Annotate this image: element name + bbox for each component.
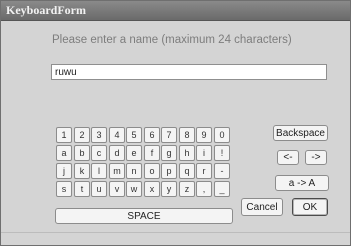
key-0-5[interactable]: 6 (144, 127, 160, 143)
key-1-0[interactable]: a (56, 145, 72, 161)
key-2-3[interactable]: m (109, 163, 125, 179)
key-1-7[interactable]: h (179, 145, 195, 161)
key-0-4[interactable]: 5 (126, 127, 142, 143)
key-1-3[interactable]: d (109, 145, 125, 161)
name-input[interactable] (51, 64, 327, 80)
key-2-1[interactable]: k (74, 163, 90, 179)
key-0-7[interactable]: 8 (179, 127, 195, 143)
window-title: KeyboardForm (6, 3, 86, 17)
key-3-4[interactable]: w (126, 181, 142, 197)
key-1-1[interactable]: b (74, 145, 90, 161)
key-3-6[interactable]: y (161, 181, 177, 197)
key-3-2[interactable]: u (91, 181, 107, 197)
key-2-7[interactable]: q (179, 163, 195, 179)
key-3-7[interactable]: z (179, 181, 195, 197)
key-0-2[interactable]: 3 (91, 127, 107, 143)
key-0-0[interactable]: 1 (56, 127, 72, 143)
title-bar[interactable]: KeyboardForm (1, 1, 350, 21)
key-1-8[interactable]: i (196, 145, 212, 161)
key-0-3[interactable]: 4 (109, 127, 125, 143)
backspace-button[interactable]: Backspace (273, 125, 328, 141)
bottom-divider (1, 232, 350, 233)
cursor-right-button[interactable]: -> (305, 150, 327, 165)
key-0-6[interactable]: 7 (161, 127, 177, 143)
key-0-8[interactable]: 9 (196, 127, 212, 143)
key-3-5[interactable]: x (144, 181, 160, 197)
key-3-8[interactable]: , (196, 181, 212, 197)
key-3-0[interactable]: s (56, 181, 72, 197)
key-1-4[interactable]: e (126, 145, 142, 161)
key-1-6[interactable]: g (161, 145, 177, 161)
key-3-3[interactable]: v (109, 181, 125, 197)
key-2-6[interactable]: p (161, 163, 177, 179)
key-2-2[interactable]: l (91, 163, 107, 179)
ok-button[interactable]: OK (292, 198, 328, 216)
key-2-0[interactable]: j (56, 163, 72, 179)
key-3-9[interactable]: _ (214, 181, 230, 197)
name-prompt: Please enter a name (maximum 24 characte… (52, 34, 292, 46)
key-2-4[interactable]: n (126, 163, 142, 179)
cancel-button[interactable]: Cancel (241, 198, 283, 216)
key-0-9[interactable]: 0 (214, 127, 230, 143)
key-2-9[interactable]: - (214, 163, 230, 179)
case-toggle-button[interactable]: a -> A (275, 175, 329, 191)
key-2-5[interactable]: o (144, 163, 160, 179)
keyboard-form-window: KeyboardForm Please enter a name (maximu… (0, 0, 351, 246)
cursor-left-button[interactable]: <- (277, 150, 299, 165)
key-1-2[interactable]: c (91, 145, 107, 161)
key-1-9[interactable]: ! (214, 145, 230, 161)
key-1-5[interactable]: f (144, 145, 160, 161)
key-3-1[interactable]: t (74, 181, 90, 197)
space-key[interactable]: SPACE (55, 208, 233, 224)
key-2-8[interactable]: r (196, 163, 212, 179)
key-0-1[interactable]: 2 (74, 127, 90, 143)
